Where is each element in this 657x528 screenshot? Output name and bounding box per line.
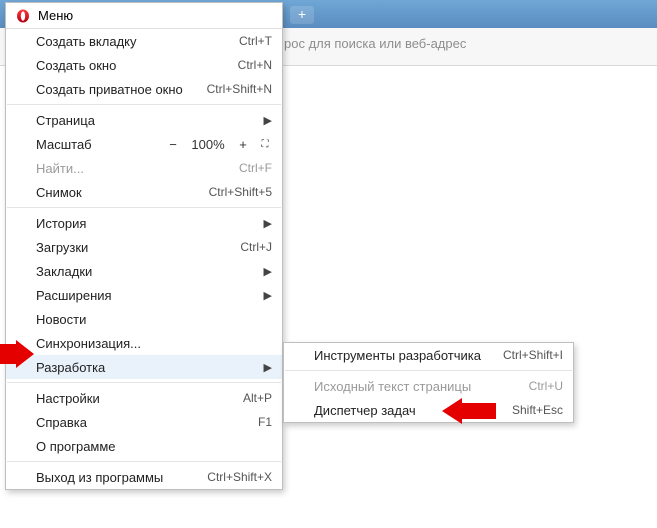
submenu-item-devtools[interactable]: Инструменты разработчика Ctrl+Shift+I [284, 343, 573, 367]
menu-shortcut: Shift+Esc [487, 403, 563, 417]
menu-item-label: Расширения [36, 288, 258, 303]
menu-item-label: Исходный текст страницы [314, 379, 487, 394]
menu-item-page[interactable]: Страница ▶ [6, 108, 282, 132]
submenu-item-view-source: Исходный текст страницы Ctrl+U [284, 374, 573, 398]
submenu-arrow-icon: ▶ [258, 361, 272, 374]
zoom-in-button[interactable]: + [236, 137, 250, 152]
address-bar-placeholder[interactable]: рос для поиска или веб-адрес [284, 36, 466, 51]
main-menu: Меню Создать вкладку Ctrl+T Создать окно… [5, 2, 283, 490]
menu-separator [7, 104, 281, 105]
menu-shortcut: Alt+P [196, 391, 272, 405]
menu-item-label: О программе [36, 439, 272, 454]
menu-item-label: Синхронизация... [36, 336, 272, 351]
opera-logo-icon [16, 9, 30, 23]
menu-shortcut: Ctrl+Shift+I [487, 348, 563, 362]
menu-item-settings[interactable]: Настройки Alt+P [6, 386, 282, 410]
menu-item-label: Загрузки [36, 240, 196, 255]
menu-item-find: Найти... Ctrl+F [6, 156, 282, 180]
menu-item-exit[interactable]: Выход из программы Ctrl+Shift+X [6, 465, 282, 489]
menu-shortcut: Ctrl+T [196, 34, 272, 48]
menu-item-label: Закладки [36, 264, 258, 279]
menu-item-new-window[interactable]: Создать окно Ctrl+N [6, 53, 282, 77]
menu-item-label: Страница [36, 113, 258, 128]
developer-submenu: Инструменты разработчика Ctrl+Shift+I Ис… [283, 342, 574, 423]
menu-shortcut: Ctrl+N [196, 58, 272, 72]
menu-item-label: Справка [36, 415, 196, 430]
menu-item-label: Создать окно [36, 58, 196, 73]
menu-item-label: Найти... [36, 161, 196, 176]
submenu-arrow-icon: ▶ [258, 217, 272, 230]
menu-shortcut: Ctrl+Shift+X [196, 470, 272, 484]
menu-item-zoom: Масштаб − 100% + ⛶ [6, 132, 282, 156]
zoom-value: 100% [188, 137, 228, 152]
menu-item-label: История [36, 216, 258, 231]
menu-item-developer[interactable]: Разработка ▶ [6, 355, 282, 379]
menu-item-label: Разработка [36, 360, 258, 375]
menu-item-new-private-window[interactable]: Создать приватное окно Ctrl+Shift+N [6, 77, 282, 101]
submenu-arrow-icon: ▶ [258, 265, 272, 278]
menu-shortcut: Ctrl+F [196, 161, 272, 175]
menu-separator [285, 370, 572, 371]
menu-shortcut: Ctrl+Shift+N [196, 82, 272, 96]
new-tab-button[interactable]: + [290, 6, 314, 24]
menu-item-sync[interactable]: Синхронизация... [6, 331, 282, 355]
submenu-item-task-manager[interactable]: Диспетчер задач Shift+Esc [284, 398, 573, 422]
menu-item-label: Масштаб [36, 137, 166, 152]
submenu-arrow-icon: ▶ [258, 289, 272, 302]
menu-item-new-tab[interactable]: Создать вкладку Ctrl+T [6, 29, 282, 53]
menu-item-bookmarks[interactable]: Закладки ▶ [6, 259, 282, 283]
menu-header: Меню [6, 3, 282, 29]
menu-item-history[interactable]: История ▶ [6, 211, 282, 235]
menu-title: Меню [38, 8, 73, 23]
menu-item-extensions[interactable]: Расширения ▶ [6, 283, 282, 307]
menu-separator [7, 382, 281, 383]
menu-separator [7, 461, 281, 462]
menu-shortcut: Ctrl+J [196, 240, 272, 254]
submenu-arrow-icon: ▶ [258, 114, 272, 127]
menu-item-news[interactable]: Новости [6, 307, 282, 331]
menu-item-label: Выход из программы [36, 470, 196, 485]
menu-shortcut: Ctrl+U [487, 379, 563, 393]
menu-item-help[interactable]: Справка F1 [6, 410, 282, 434]
menu-item-label: Новости [36, 312, 272, 327]
menu-shortcut: Ctrl+Shift+5 [196, 185, 272, 199]
menu-item-label: Снимок [36, 185, 196, 200]
menu-item-label: Диспетчер задач [314, 403, 487, 418]
menu-item-about[interactable]: О программе [6, 434, 282, 458]
menu-shortcut: F1 [196, 415, 272, 429]
menu-item-label: Создать вкладку [36, 34, 196, 49]
menu-separator [7, 207, 281, 208]
menu-item-label: Создать приватное окно [36, 82, 196, 97]
menu-item-label: Инструменты разработчика [314, 348, 487, 363]
menu-item-label: Настройки [36, 391, 196, 406]
menu-item-snapshot[interactable]: Снимок Ctrl+Shift+5 [6, 180, 282, 204]
zoom-out-button[interactable]: − [166, 137, 180, 152]
fullscreen-icon[interactable]: ⛶ [258, 137, 272, 151]
menu-item-downloads[interactable]: Загрузки Ctrl+J [6, 235, 282, 259]
